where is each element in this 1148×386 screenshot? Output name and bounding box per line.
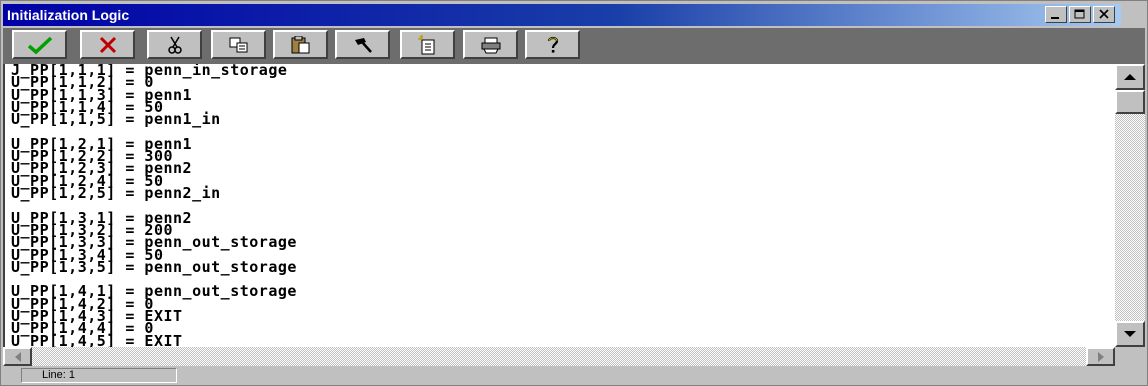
code-editor[interactable]: J_PP[1,1,1] = penn_in_storage U_PP[1,1,2]…: [3, 64, 1119, 347]
close-button[interactable]: [1093, 6, 1115, 23]
minimize-icon: [1051, 17, 1059, 19]
maximize-icon: [1074, 9, 1085, 19]
line-number-text: Line: 1: [42, 369, 76, 381]
code-line: U_PP[1,4,5] = EXIT: [11, 331, 183, 347]
window-title: Initialization Logic: [7, 7, 130, 23]
initialization-logic-window: Initialization Logic J_PP[1,1,1] = penn_…: [0, 0, 1148, 386]
cancel-button[interactable]: [80, 30, 135, 59]
cut-button[interactable]: [147, 30, 202, 59]
code-line: U_PP[1,2,5] = penn2_in: [11, 184, 221, 202]
new-document-icon: [417, 34, 434, 54]
close-icon: [1099, 9, 1109, 19]
arrow-down-icon: [1124, 331, 1136, 337]
copy-button[interactable]: [211, 30, 266, 59]
maximize-button[interactable]: [1069, 6, 1091, 23]
question-mark-icon: [547, 36, 558, 53]
help-button[interactable]: [525, 30, 580, 59]
line-indicator: Line: 1: [21, 368, 177, 383]
scroll-down-button[interactable]: [1115, 321, 1145, 347]
checkmark-icon: [27, 36, 52, 54]
scroll-left-button[interactable]: [3, 347, 32, 366]
minimize-button[interactable]: [1045, 6, 1067, 23]
x-icon: [99, 36, 116, 53]
code-line: U_PP[1,1,5] = penn1_in: [11, 110, 221, 129]
scroll-up-button[interactable]: [1115, 64, 1145, 90]
toolbar: [3, 28, 1145, 65]
printer-icon: [481, 37, 500, 53]
horizontal-scrollbar[interactable]: [3, 347, 1115, 366]
clipboard-icon: [291, 35, 309, 53]
window-controls: [1045, 6, 1115, 23]
build-button[interactable]: [335, 30, 390, 59]
status-bar: Line: 1: [3, 366, 1145, 385]
new-button[interactable]: [400, 30, 455, 59]
paste-button[interactable]: [273, 30, 328, 59]
arrow-right-icon: [1097, 351, 1104, 362]
copy-icon: [229, 37, 247, 52]
arrow-left-icon: [14, 351, 21, 362]
ok-button[interactable]: [12, 30, 67, 59]
scroll-right-button[interactable]: [1086, 347, 1115, 366]
print-button[interactable]: [463, 30, 518, 59]
arrow-up-icon: [1124, 74, 1136, 80]
title-bar[interactable]: Initialization Logic: [3, 4, 1121, 26]
hammer-icon: [354, 37, 372, 53]
vertical-scrollbar[interactable]: [1115, 64, 1145, 347]
scroll-thumb[interactable]: [1115, 90, 1145, 114]
code-line: U_PP[1,3,5] = penn_out_storage: [11, 257, 297, 276]
scissors-icon: [167, 36, 182, 54]
